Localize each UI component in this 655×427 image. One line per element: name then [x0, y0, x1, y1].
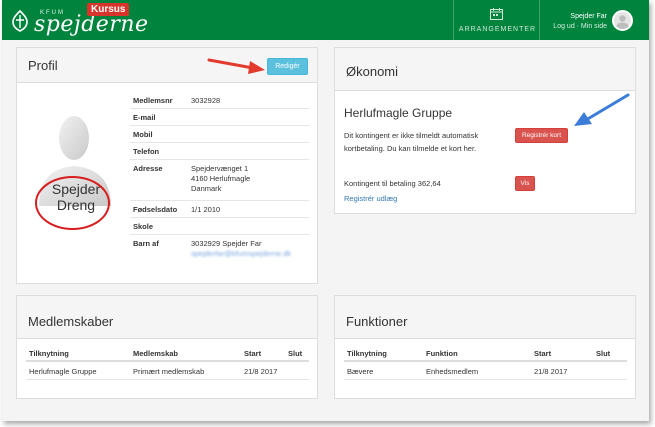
table-cell: Herlufmagle Gruppe [29, 367, 97, 376]
nav-arrangementer[interactable]: ARRANGEMENTER [453, 0, 540, 40]
table-cell: 21/8 2017 [244, 367, 278, 376]
field-label: Telefon [133, 147, 160, 156]
user-menu[interactable]: Spejder Far Log ud · Min side [542, 0, 649, 40]
economy-panel-header: Økonomi [335, 48, 635, 91]
annotation-arrow-blue [574, 93, 630, 126]
table-row: Bævere Enhedsmedlem 21/8 2017 [344, 364, 627, 380]
field-row-adresse: Adresse Spejdervænget 1 4160 Herlufmagle… [130, 160, 309, 201]
show-payment-button[interactable]: Vis [515, 176, 535, 191]
field-label: Fødselsdato [133, 205, 178, 214]
field-value: 3032928 [191, 96, 221, 105]
field-label: Barn af [133, 239, 159, 248]
user-links[interactable]: Log ud · Min side [553, 23, 607, 30]
table-cell: Enhedsmedlem [426, 367, 479, 376]
column-header: Tilknytning [29, 349, 69, 358]
address-line: Spejdervænget 1 [191, 164, 249, 173]
parent-email-link[interactable]: spejderfar@kfumspejderne.dk [191, 249, 291, 258]
column-header: Start [244, 349, 262, 358]
field-label: E-mail [133, 113, 156, 122]
field-label: Skole [133, 222, 154, 231]
group-name: Herlufmagle Gruppe [344, 106, 453, 120]
payment-due-text: Kontingent til betaling 362,64 [344, 179, 441, 188]
table-cell: Primært medlemskab [133, 367, 205, 376]
field-label: Adresse [133, 164, 163, 173]
scout-emblem-icon [12, 10, 28, 32]
column-header: Medlemskab [133, 349, 179, 358]
register-expense-link[interactable]: Registrér udlæg [344, 194, 397, 203]
field-label: Mobil [133, 130, 153, 139]
app-window: KFUM spejderne Kursus ARRANGEMENTER Spej… [2, 0, 649, 421]
field-row-telefon: Telefon [130, 143, 309, 160]
profile-panel-header: Profil Redigér [17, 48, 317, 83]
parent-name: 3032929 Spejder Far [191, 239, 262, 248]
field-row-email: E-mail [130, 109, 309, 126]
functions-panel: Funktioner Tilknytning Funktion Start Sl… [334, 295, 636, 399]
profile-title: Profil [28, 58, 58, 73]
table-cell: 21/8 2017 [534, 367, 568, 376]
kontingent-info: Dit kontingent er ikke tilmeldt automati… [344, 131, 479, 153]
table-header: Tilknytning Medlemskab Start Slut [26, 346, 309, 362]
address-line: Danmark [191, 184, 222, 193]
column-header: Slut [596, 349, 611, 358]
field-value: 1/1 2010 [191, 205, 221, 214]
person-silhouette-icon [616, 15, 629, 29]
functions-panel-header: Funktioner [335, 296, 635, 339]
field-row-barn-af: Barn af 3032929 Spejder Far spejderfar@k… [130, 235, 309, 265]
edit-profile-button[interactable]: Redigér [267, 58, 308, 75]
table-row: Herlufmagle Gruppe Primært medlemskab 21… [26, 364, 309, 380]
kursus-badge: Kursus [87, 3, 130, 16]
economy-panel: Økonomi Herlufmagle Gruppe Dit kontingen… [334, 47, 636, 214]
table-header: Tilknytning Funktion Start Slut [344, 346, 627, 362]
calendar-icon [490, 8, 503, 20]
functions-title: Funktioner [346, 314, 408, 329]
field-row-medlemsnr: Medlemsnr 3032928 [130, 92, 309, 109]
column-header: Start [534, 349, 552, 358]
field-row-skole: Skole [130, 218, 309, 235]
field-value: 3032929 Spejder Far spejderfar@kfumspejd… [191, 239, 291, 259]
annotation-arrow-red [207, 58, 265, 74]
column-header: Slut [288, 349, 303, 358]
table-cell: Bævere [347, 367, 374, 376]
economy-title: Økonomi [346, 64, 399, 79]
top-navbar: KFUM spejderne Kursus ARRANGEMENTER Spej… [2, 0, 649, 40]
nav-arrangementer-label: ARRANGEMENTER [458, 26, 537, 33]
column-header: Tilknytning [347, 349, 387, 358]
column-header: Funktion [426, 349, 458, 358]
field-row-mobil: Mobil [130, 126, 309, 143]
field-row-foedselsdato: Fødselsdato 1/1 2010 [130, 201, 309, 218]
memberships-title: Medlemskaber [28, 314, 114, 329]
field-label: Medlemsnr [133, 96, 173, 105]
memberships-panel-header: Medlemskaber [17, 296, 317, 339]
kfum-spejderne-logo[interactable]: KFUM spejderne Kursus [8, 3, 148, 37]
user-name: Spejder Far [570, 13, 607, 20]
highlight-ellipse [35, 176, 110, 230]
user-avatar[interactable] [612, 10, 633, 31]
address-line: 4160 Herlufmagle [191, 174, 251, 183]
profile-panel: Profil Redigér Spejder Dreng Medlemsnr 3… [16, 47, 318, 284]
register-card-button[interactable]: Registrér kort [515, 128, 568, 143]
field-value: Spejdervænget 1 4160 Herlufmagle Danmark [191, 164, 250, 194]
memberships-panel: Medlemskaber Tilknytning Medlemskab Star… [16, 295, 318, 399]
